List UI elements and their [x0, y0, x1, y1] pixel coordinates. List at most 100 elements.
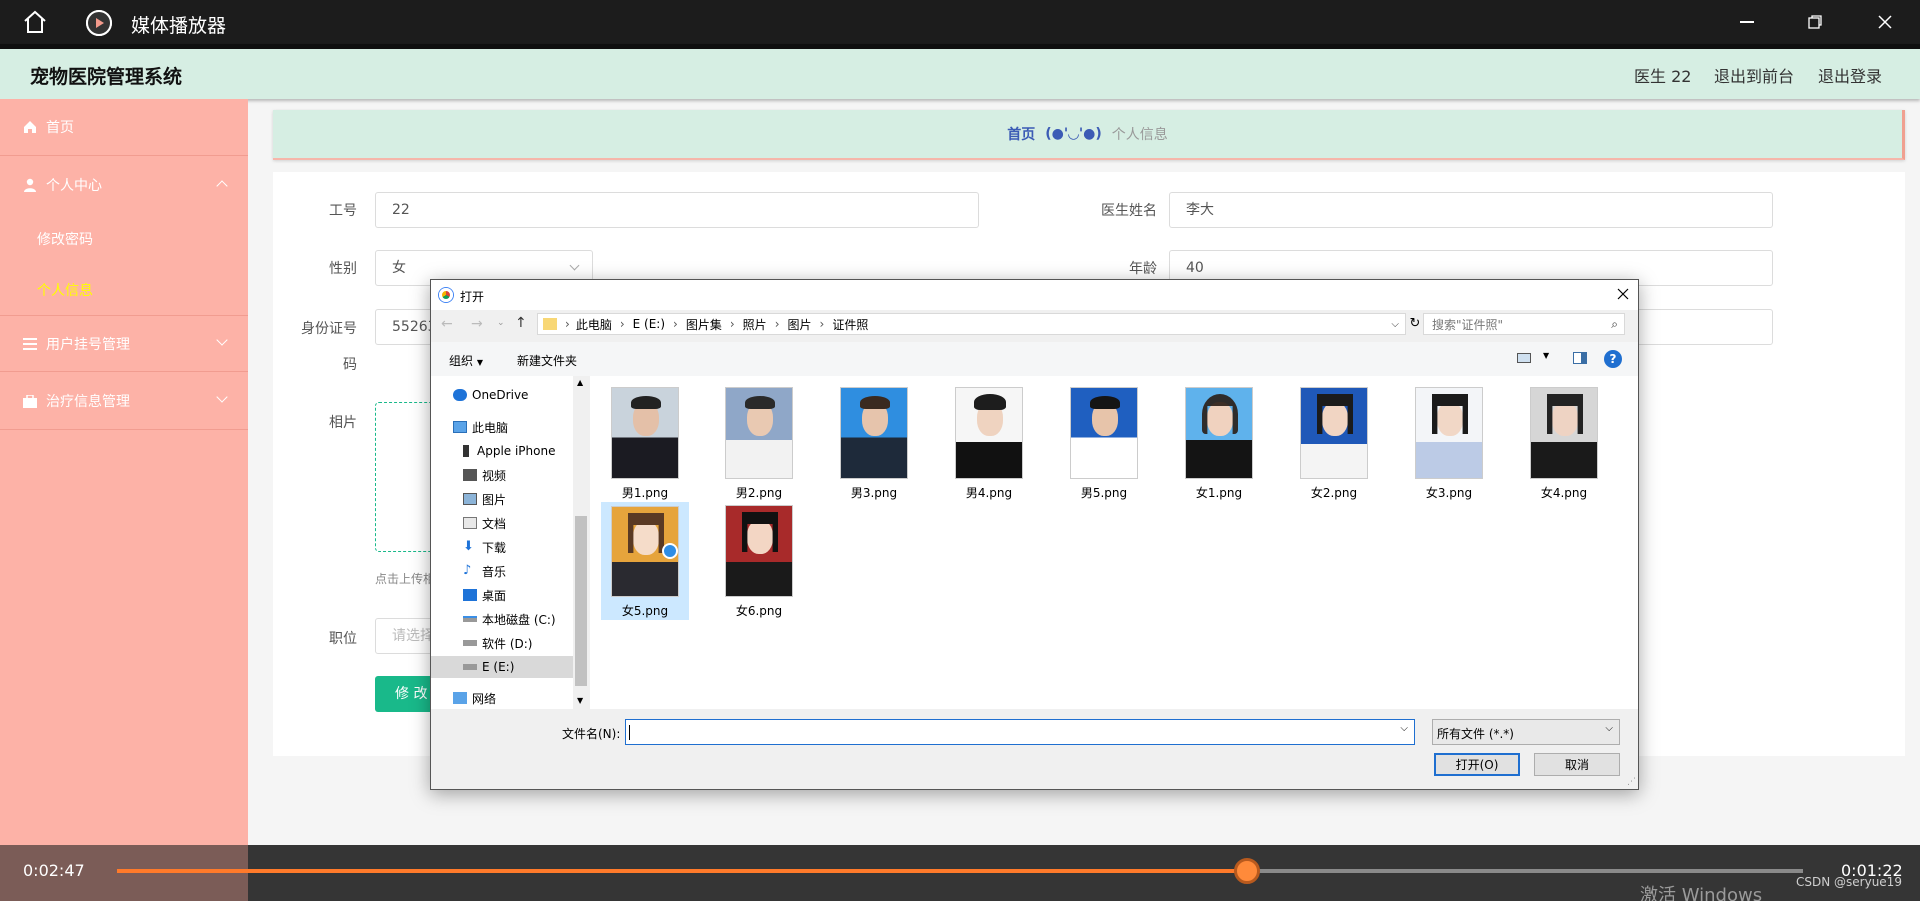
- up-arrow-icon[interactable]: ↑: [515, 315, 527, 331]
- tree-item-videos[interactable]: 视频: [431, 464, 573, 486]
- id-number-label: 身份证号: [301, 321, 357, 337]
- seek-track[interactable]: [117, 858, 1803, 884]
- filename-label: 文件名(N):: [562, 727, 621, 741]
- photo-thumbnail: [1300, 387, 1368, 479]
- path-segment[interactable]: 图片: [788, 316, 812, 333]
- file-type-select[interactable]: 所有文件 (*.*) ⌵: [1432, 719, 1620, 745]
- photo-thumbnail: [611, 387, 679, 479]
- tree-item-music[interactable]: ♪ 音乐: [431, 560, 573, 582]
- back-arrow-icon[interactable]: ←: [441, 316, 453, 332]
- view-options-icon[interactable]: [1517, 353, 1531, 363]
- address-bar[interactable]: › 此电脑 › E (E:) › 图片集 › 照片 › 图片 › 证件照 ⌵: [537, 313, 1406, 335]
- csdn-watermark: CSDN @seryue19: [1796, 875, 1902, 889]
- chevron-down-icon: ▼: [476, 358, 483, 367]
- restore-icon: [1808, 15, 1822, 29]
- logout-link[interactable]: 退出登录: [1818, 63, 1882, 87]
- sidebar-item-personal-center[interactable]: 个人中心: [0, 156, 248, 213]
- sidebar-item-registration[interactable]: 用户挂号管理: [0, 315, 248, 372]
- new-folder-button[interactable]: 新建文件夹: [517, 352, 577, 369]
- scroll-up-icon[interactable]: ▲: [577, 378, 583, 387]
- phone-icon: [463, 445, 469, 457]
- tree-label: 音乐: [482, 564, 507, 579]
- organize-button[interactable]: 组织 ▼: [449, 352, 483, 369]
- close-button[interactable]: [1856, 0, 1914, 44]
- photo-thumbnail: [1185, 387, 1253, 479]
- path-segment[interactable]: 此电脑: [576, 316, 612, 333]
- tree-item-network[interactable]: 网络: [431, 687, 573, 709]
- sidebar-item-home[interactable]: 首页: [0, 99, 248, 156]
- doctor-name-label: 医生姓名: [1101, 203, 1157, 219]
- tree-item-onedrive[interactable]: OneDrive: [431, 384, 573, 406]
- file-item[interactable]: 女3.png: [1405, 384, 1493, 502]
- scroll-thumb[interactable]: [575, 516, 587, 686]
- tree-item-documents[interactable]: 文档: [431, 512, 573, 534]
- seek-thumb[interactable]: [1233, 858, 1260, 884]
- back-to-front-link[interactable]: 退出到前台: [1714, 63, 1794, 87]
- search-input[interactable]: 搜索"证件照" ⌕: [1423, 313, 1625, 335]
- sidebar-sub-personal-info[interactable]: 个人信息: [37, 280, 93, 300]
- tree-item-pictures[interactable]: 图片: [431, 488, 573, 510]
- sidebar-sub-change-password[interactable]: 修改密码: [37, 229, 93, 249]
- file-type-value: 所有文件 (*.*): [1437, 727, 1514, 741]
- scroll-down-icon[interactable]: ▼: [577, 696, 583, 705]
- resize-grip-icon[interactable]: ⋰: [1627, 777, 1636, 787]
- home-icon[interactable]: [22, 10, 48, 34]
- file-item[interactable]: 女1.png: [1175, 384, 1263, 502]
- photo-thumbnail: [725, 505, 793, 597]
- file-item[interactable]: 女6.png: [715, 502, 803, 620]
- file-name: 男3.png: [850, 486, 898, 500]
- breadcrumb-home[interactable]: 首页: [1007, 124, 1035, 144]
- work-id-label: 工号: [329, 203, 357, 219]
- file-item[interactable]: 男1.png: [601, 384, 689, 502]
- sidebar-item-label: 治疗信息管理: [46, 394, 130, 410]
- file-item-selected[interactable]: 女5.png: [601, 502, 689, 620]
- sidebar-item-label: 首页: [46, 120, 74, 136]
- tree-item-downloads[interactable]: ⬇ 下载: [431, 536, 573, 558]
- address-dropdown-icon[interactable]: ⌵: [1391, 319, 1399, 330]
- forward-arrow-icon[interactable]: →: [471, 316, 483, 332]
- path-segment[interactable]: 证件照: [832, 316, 868, 333]
- tree-item-iphone[interactable]: Apple iPhone: [431, 440, 573, 462]
- file-name: 女6.png: [735, 604, 783, 618]
- file-item[interactable]: 男2.png: [715, 384, 803, 502]
- tree-item-this-pc[interactable]: 此电脑: [431, 416, 573, 438]
- chevron-up-icon: [216, 180, 228, 192]
- recent-dropdown-icon[interactable]: ⌄: [497, 318, 505, 328]
- file-item[interactable]: 女4.png: [1520, 384, 1608, 502]
- file-item[interactable]: 男5.png: [1060, 384, 1148, 502]
- open-button[interactable]: 打开(O): [1434, 753, 1520, 776]
- file-item[interactable]: 男4.png: [945, 384, 1033, 502]
- tree-item-drive-e[interactable]: E (E:): [431, 656, 573, 678]
- path-segment[interactable]: E (E:): [633, 317, 665, 331]
- photo-thumbnail: [840, 387, 908, 479]
- filename-input[interactable]: ⌵: [625, 719, 1415, 745]
- minimize-button[interactable]: [1718, 0, 1776, 44]
- restore-button[interactable]: [1786, 0, 1844, 44]
- file-item[interactable]: 男3.png: [830, 384, 918, 502]
- tree-label: 视频: [482, 468, 507, 483]
- cancel-button[interactable]: 取消: [1534, 753, 1620, 776]
- sidebar-item-treatment[interactable]: 治疗信息管理: [0, 373, 248, 430]
- tree-item-drive-c[interactable]: 本地磁盘 (C:): [431, 608, 573, 630]
- filename-dropdown-icon[interactable]: ⌵: [1400, 723, 1408, 734]
- tree-item-desktop[interactable]: 桌面: [431, 584, 573, 606]
- dialog-close-icon[interactable]: [1613, 284, 1633, 304]
- search-placeholder: 搜索"证件照": [1432, 317, 1504, 332]
- refresh-icon[interactable]: ↻: [1408, 313, 1422, 335]
- file-item[interactable]: 女2.png: [1290, 384, 1378, 502]
- file-name: 男4.png: [965, 486, 1013, 500]
- tree-scrollbar[interactable]: ▲ ▼: [573, 376, 589, 709]
- preview-pane-icon[interactable]: [1573, 352, 1587, 364]
- seek-progress: [117, 869, 1247, 873]
- media-player-logo-icon: [86, 10, 112, 36]
- work-id-input[interactable]: 22: [375, 192, 979, 228]
- pictures-folder-icon: [463, 493, 477, 505]
- help-icon[interactable]: ?: [1604, 350, 1622, 368]
- view-dropdown-icon[interactable]: ▼: [1543, 351, 1549, 360]
- tree-item-drive-d[interactable]: 软件 (D:): [431, 632, 573, 654]
- chrome-icon: [439, 288, 453, 302]
- doctor-name-input[interactable]: 李大: [1169, 192, 1773, 228]
- drive-icon: [463, 664, 477, 670]
- path-segment[interactable]: 图片集: [686, 316, 722, 333]
- path-segment[interactable]: 照片: [743, 316, 767, 333]
